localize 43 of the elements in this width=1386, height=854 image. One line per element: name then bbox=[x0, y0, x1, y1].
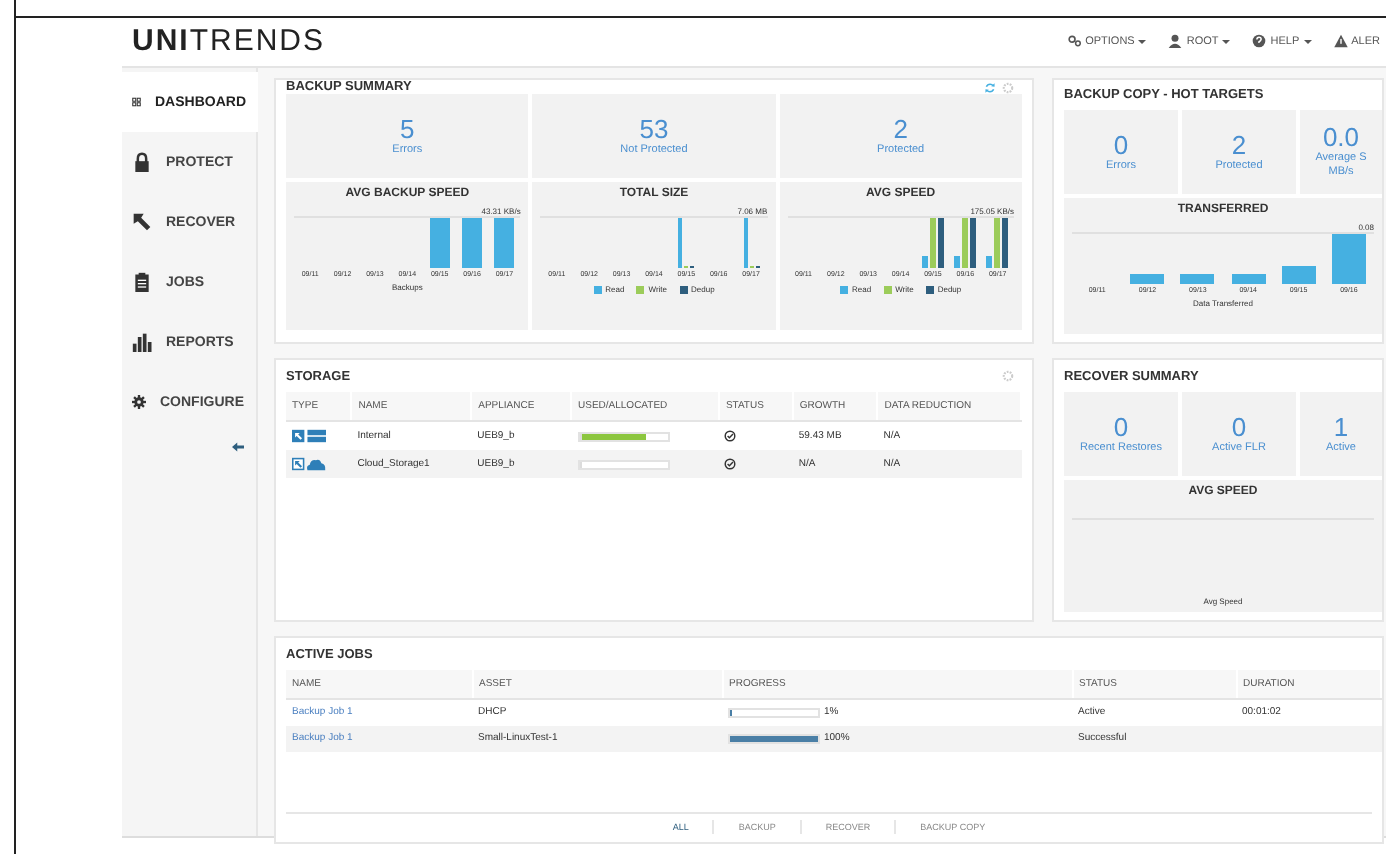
check-circle-icon bbox=[724, 430, 737, 442]
gears-icon bbox=[1067, 34, 1082, 48]
stat-value: 53 bbox=[639, 114, 669, 144]
warning-icon bbox=[1333, 34, 1348, 48]
internal-storage-icon bbox=[292, 428, 326, 444]
caret-icon bbox=[1222, 39, 1231, 43]
usage-bar bbox=[577, 459, 669, 469]
caret-icon bbox=[1138, 39, 1147, 43]
chart-bar bbox=[1180, 274, 1215, 284]
stat-value: 1 bbox=[1333, 412, 1349, 442]
stat-value: 0 bbox=[1231, 412, 1247, 442]
settings-icon bbox=[132, 392, 146, 412]
chart-bar bbox=[1231, 274, 1266, 284]
user-icon bbox=[1168, 34, 1183, 48]
stat-value: 0 bbox=[1113, 129, 1129, 160]
stat-value: 2 bbox=[893, 114, 908, 144]
check-circle-icon bbox=[724, 458, 737, 470]
clipboard-icon bbox=[132, 272, 152, 292]
chart-bar bbox=[1281, 265, 1316, 284]
collapse-arrow-icon[interactable] bbox=[232, 442, 244, 452]
stat-value: 2 bbox=[1231, 129, 1247, 160]
chart-bar bbox=[494, 218, 515, 268]
stat-value: 0 bbox=[1113, 412, 1129, 442]
chart-bar bbox=[1130, 274, 1165, 284]
chart-bar bbox=[429, 218, 450, 268]
stat-value: 5 bbox=[400, 114, 415, 144]
bar-chart-icon bbox=[132, 332, 152, 352]
settings-icon[interactable] bbox=[1002, 370, 1014, 382]
stat-value: 0.0 bbox=[1322, 122, 1360, 153]
progress-bar bbox=[728, 733, 820, 743]
chart-bar bbox=[462, 218, 483, 268]
grid-icon bbox=[132, 92, 141, 112]
caret-icon bbox=[1303, 39, 1312, 43]
help-icon bbox=[1252, 34, 1267, 48]
refresh-icon[interactable] bbox=[984, 81, 996, 93]
settings-icon[interactable] bbox=[1002, 81, 1014, 93]
chart-bar bbox=[1331, 233, 1366, 284]
lock-icon bbox=[132, 152, 152, 172]
arrow-icon bbox=[132, 212, 152, 232]
usage-bar bbox=[577, 431, 669, 441]
cloud-storage-icon bbox=[292, 456, 326, 472]
progress-bar bbox=[728, 707, 820, 718]
brand-logo: UNITRENDS bbox=[132, 24, 326, 58]
